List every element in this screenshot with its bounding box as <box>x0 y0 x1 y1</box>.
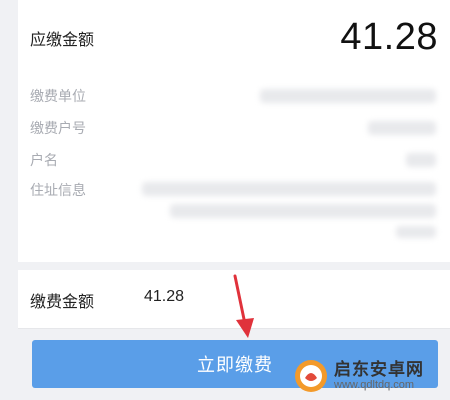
redacted-value <box>170 204 436 218</box>
info-label-account-name: 户名 <box>30 153 58 169</box>
info-row-payee-unit: 缴费单位 <box>30 86 438 110</box>
payment-amount-label: 缴费金额 <box>30 292 95 311</box>
info-row-account-number: 缴费户号 <box>30 118 438 142</box>
payment-amount-row: 缴费金额 41.28 <box>18 270 450 329</box>
redacted-value <box>396 226 436 238</box>
info-label-account-number: 缴费户号 <box>30 121 86 137</box>
amount-due-value: 41.28 <box>340 16 438 58</box>
info-label-address: 住址信息 <box>30 183 86 199</box>
watermark-logo-icon <box>295 360 327 392</box>
watermark-url: www.qdltdq.com <box>334 379 415 392</box>
watermark: 启东安卓网 www.qdltdq.com <box>294 354 444 398</box>
redacted-value <box>406 153 436 167</box>
info-label-payee-unit: 缴费单位 <box>30 89 86 105</box>
info-row-address: 住址信息 <box>30 180 438 244</box>
redacted-value <box>142 182 436 196</box>
amount-due-label: 应缴金额 <box>30 30 95 49</box>
pay-now-label: 立即缴费 <box>197 355 273 376</box>
section-divider <box>0 262 450 270</box>
watermark-name: 启东安卓网 <box>334 359 424 380</box>
payment-amount-value: 41.28 <box>144 288 185 305</box>
bill-summary-card: 应缴金额 41.28 缴费单位 缴费户号 户名 住址信息 <box>18 0 450 262</box>
info-row-account-name: 户名 <box>30 150 438 174</box>
redacted-value <box>368 121 436 135</box>
redacted-value <box>260 89 436 103</box>
